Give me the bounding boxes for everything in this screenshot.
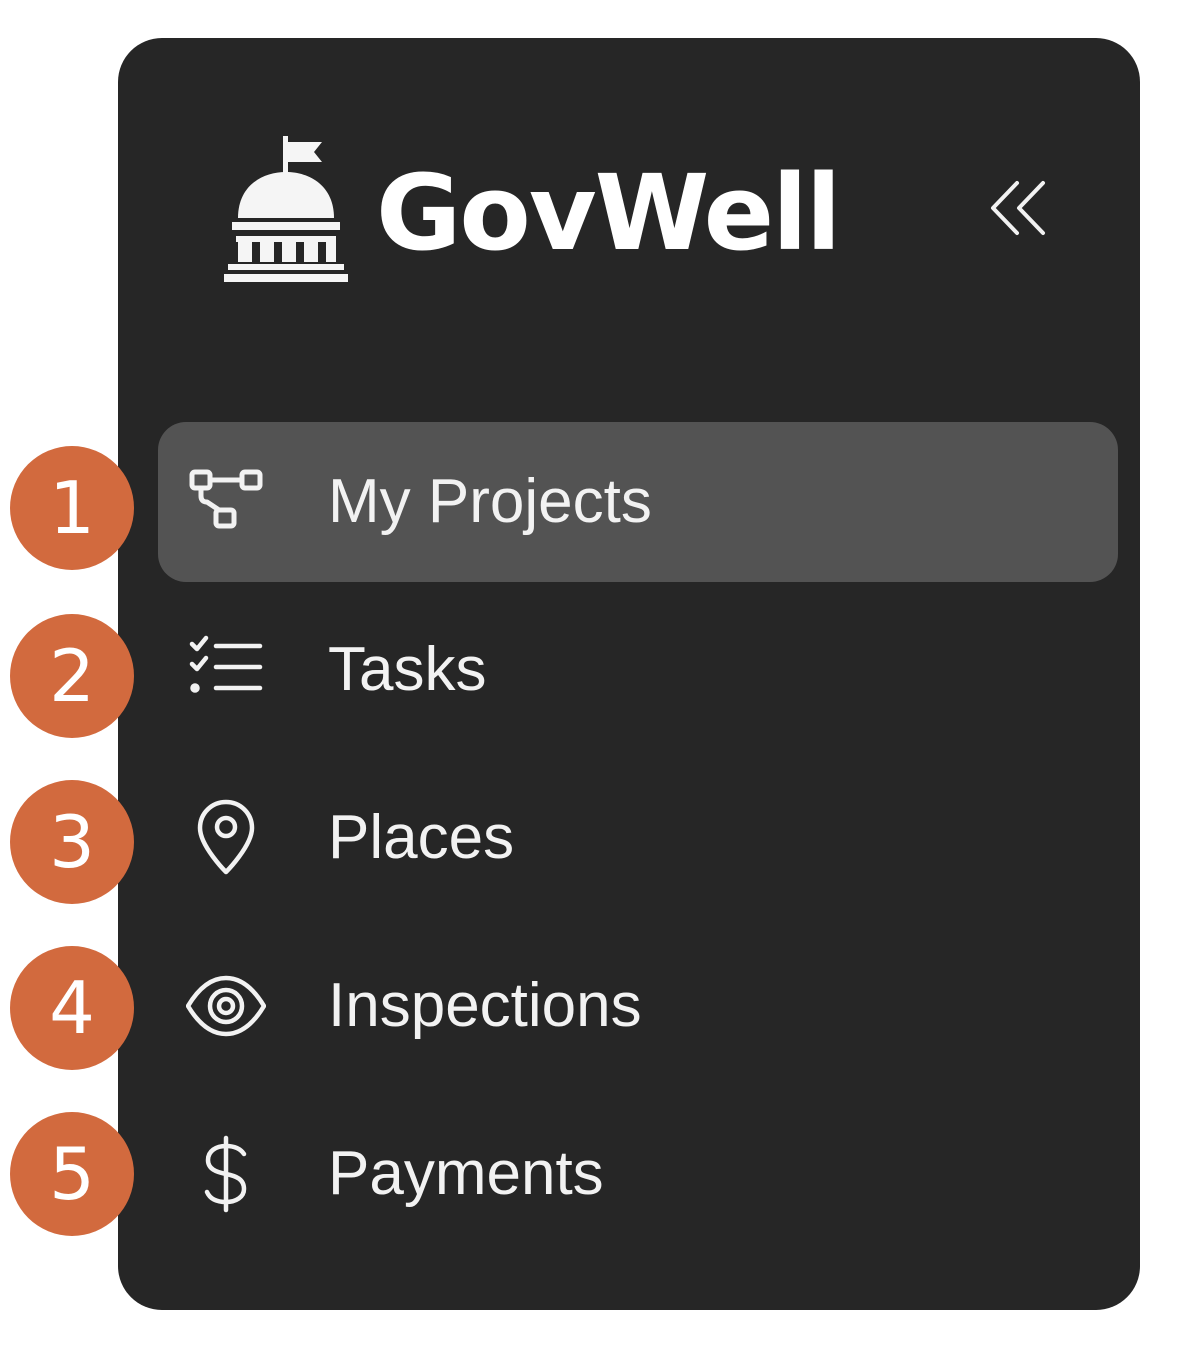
sidebar-item-label: Tasks xyxy=(328,635,487,704)
checklist-icon xyxy=(182,626,270,714)
map-pin-icon xyxy=(182,794,270,882)
sidebar-item-label: Payments xyxy=(328,1139,604,1208)
brand-logo[interactable]: GovWell xyxy=(222,134,841,284)
sidebar-item-label: Places xyxy=(328,803,515,872)
eye-icon xyxy=(182,962,270,1050)
sidebar-item-inspections[interactable]: Inspections xyxy=(158,926,1118,1086)
sidebar-item-label: My Projects xyxy=(328,467,652,536)
sidebar-item-payments[interactable]: Payments xyxy=(158,1094,1118,1254)
collapse-sidebar-button[interactable] xyxy=(978,168,1058,248)
sidebar: GovWell My Projects Tasks Places Inspect… xyxy=(118,38,1140,1310)
annotation-badge-3: 3 xyxy=(10,780,134,904)
annotation-badge-4: 4 xyxy=(10,946,134,1070)
double-chevron-left-icon xyxy=(991,181,1045,235)
annotation-badge-2: 2 xyxy=(10,614,134,738)
sidebar-item-places[interactable]: Places xyxy=(158,758,1118,918)
project-tree-icon xyxy=(182,458,270,546)
brand-name: GovWell xyxy=(376,152,841,274)
capitol-building-icon xyxy=(224,136,348,282)
dollar-icon xyxy=(182,1130,270,1218)
sidebar-item-my-projects[interactable]: My Projects xyxy=(158,422,1118,582)
annotation-badge-5: 5 xyxy=(10,1112,134,1236)
sidebar-nav: My Projects Tasks Places Inspections Pay… xyxy=(158,422,1118,1262)
sidebar-item-tasks[interactable]: Tasks xyxy=(158,590,1118,750)
sidebar-item-label: Inspections xyxy=(328,971,642,1040)
annotation-badge-1: 1 xyxy=(10,446,134,570)
